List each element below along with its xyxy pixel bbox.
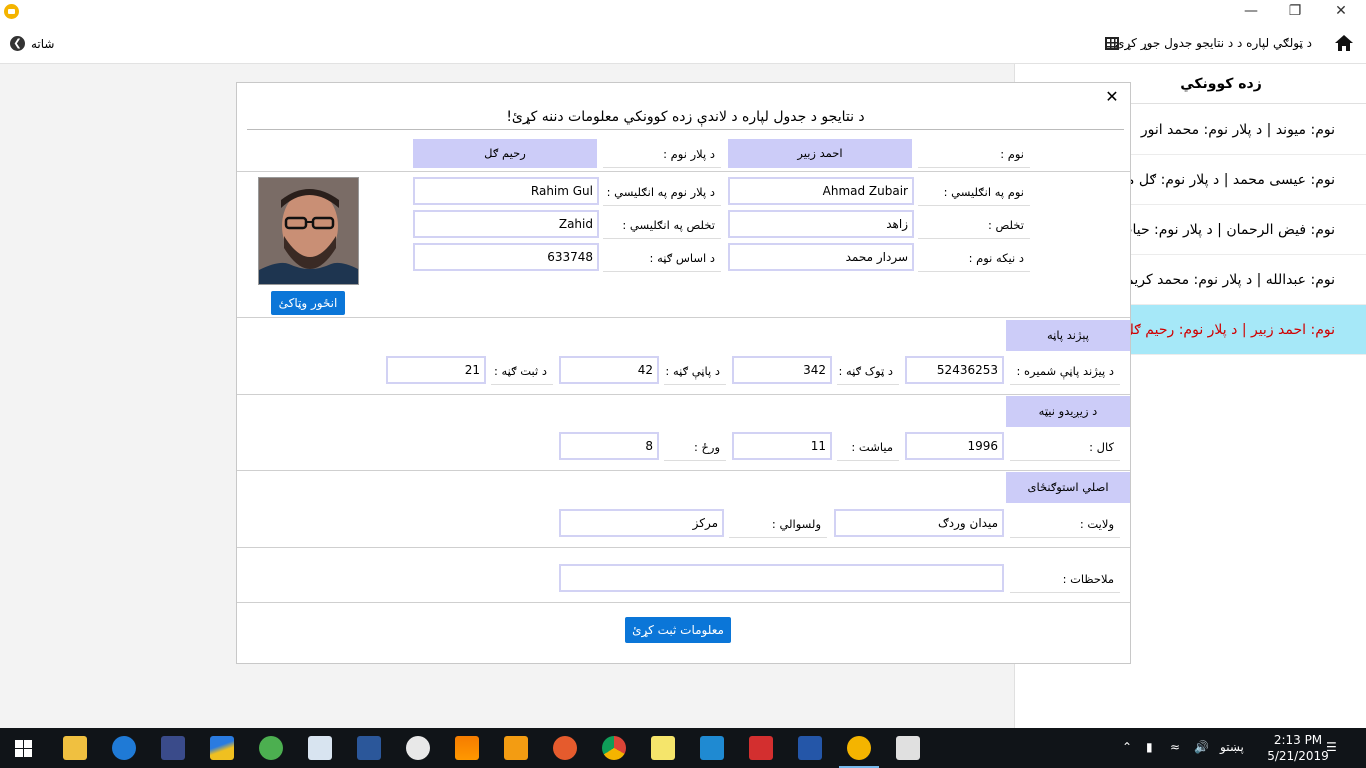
record-number-label: د ثبت ګڼه : <box>491 357 553 385</box>
year-label: کال : <box>1010 433 1120 461</box>
notes-label: ملاحظات : <box>1010 565 1120 593</box>
submit-button[interactable]: معلومات ثبت کړئ <box>625 617 731 643</box>
divider <box>237 171 1130 172</box>
pen-name-en-field[interactable]: Zahid <box>413 210 599 238</box>
name-chip: احمد زبیر <box>728 139 912 168</box>
month-label: میاشت : <box>837 433 899 461</box>
page-number-label: د پاڼې ګڼه : <box>664 357 726 385</box>
district-label: ولسوالي : <box>729 510 827 538</box>
window-titlebar: — ❐ ✕ <box>0 0 1366 24</box>
notepad-app-icon[interactable] <box>308 736 332 760</box>
sticky-notes-icon[interactable] <box>651 736 675 760</box>
divider <box>237 602 1130 603</box>
table-grid-icon <box>1105 37 1119 50</box>
word-icon[interactable] <box>357 736 381 760</box>
file-explorer-icon[interactable] <box>63 736 87 760</box>
father-name-label: د پلار نوم : <box>603 140 721 168</box>
id-number-label: د پیژند پاڼې شمیره : <box>1010 357 1120 385</box>
day-label: ورځ : <box>664 433 726 461</box>
volume-field[interactable]: 342 <box>732 356 832 384</box>
notes-field[interactable] <box>559 564 1004 592</box>
divider <box>237 470 1130 471</box>
father-name-en-field[interactable]: Rahim Gul <box>413 177 599 205</box>
app-logo-icon <box>4 4 19 19</box>
page-number-field[interactable]: 42 <box>559 356 659 384</box>
divider <box>237 394 1130 395</box>
maximize-button[interactable]: ❐ <box>1272 0 1318 24</box>
close-window-button[interactable]: ✕ <box>1318 0 1364 24</box>
id-number-field[interactable]: 52436253 <box>905 356 1004 384</box>
province-label: ولایت : <box>1010 510 1120 538</box>
clock-time: 2:13 PM <box>1273 733 1323 747</box>
name-en-field[interactable]: Ahmad Zubair <box>728 177 914 205</box>
choose-photo-button[interactable]: انځور وټاکئ <box>271 291 345 315</box>
volume-icon[interactable]: 🔊 <box>1194 740 1209 754</box>
back-label: شاته <box>31 36 55 51</box>
ship-app-icon[interactable] <box>161 736 185 760</box>
chrome-icon[interactable] <box>602 736 626 760</box>
student-photo <box>258 177 359 285</box>
residence-section-header: اصلي استوګنځای <box>1006 472 1130 503</box>
network-icon[interactable]: ≈ <box>1170 740 1180 754</box>
firefox-icon[interactable] <box>553 736 577 760</box>
powershell-icon[interactable] <box>798 736 822 760</box>
year-field[interactable]: 1996 <box>905 432 1004 460</box>
student-info-dialog: ✕ د نتایجو د جدول لپاره د لاندې زده کوون… <box>236 82 1131 664</box>
name-label: نوم : <box>918 140 1030 168</box>
name-en-label: نوم په انګلیسي : <box>918 178 1030 206</box>
volume-label: د ټوک ګڼه : <box>837 357 899 385</box>
base-number-label: د اساس ګڼه : <box>603 244 721 272</box>
pen-name-label: تخلص : <box>918 211 1030 239</box>
stripes-app-icon[interactable] <box>210 736 234 760</box>
pen-name-field[interactable]: زاهد <box>728 210 914 238</box>
district-field[interactable]: مرکز <box>559 509 724 537</box>
birth-section-header: د زیږیدو نیټه <box>1006 396 1130 427</box>
base-number-field[interactable]: 633748 <box>413 243 599 271</box>
page-title: د ټولګي لپاره د د نتایجو جدول جوړ کړئ <box>1115 36 1312 50</box>
edge-icon[interactable] <box>112 736 136 760</box>
minimize-button[interactable]: — <box>1228 0 1274 24</box>
day-field[interactable]: 8 <box>559 432 659 460</box>
paint-app-icon[interactable] <box>406 736 430 760</box>
notifications-icon[interactable]: ☰ <box>1326 740 1337 754</box>
father-name-en-label: د پلار نوم په انګلیسي : <box>603 178 721 206</box>
battery-icon[interactable]: ▮ <box>1146 740 1153 754</box>
id-section-header: پېژند پاڼه <box>1006 320 1130 351</box>
green-swirl-app-icon[interactable] <box>259 736 283 760</box>
father-name-chip: رحیم ګل <box>413 139 597 168</box>
pdf-reader-icon[interactable] <box>749 736 773 760</box>
home-icon[interactable] <box>1335 35 1353 51</box>
chevron-up-icon[interactable]: ⌃ <box>1122 740 1132 754</box>
vlc-icon[interactable] <box>455 736 479 760</box>
record-number-field[interactable]: 21 <box>386 356 486 384</box>
month-field[interactable]: 11 <box>732 432 832 460</box>
windows-start-icon[interactable] <box>15 740 32 757</box>
grandfather-name-label: د نیکه نوم : <box>918 244 1030 272</box>
taskbar: ⌃ ▮ ≈ 🔊 پښتو 2:13 PM 5/21/2019 ☰ <box>0 728 1366 768</box>
header-bar: ❮ شاته د ټولګي لپاره د د نتایجو جدول جوړ… <box>0 24 1366 64</box>
back-button[interactable]: ❮ شاته <box>10 36 54 51</box>
vscode-icon[interactable] <box>700 736 724 760</box>
language-indicator[interactable]: پښتو <box>1220 740 1244 754</box>
clock-date: 5/21/2019 <box>1267 749 1329 763</box>
dialog-title: د نتایجو د جدول لپاره د لاندې زده کوونکي… <box>247 109 1124 130</box>
arrow-left-circle-icon: ❮ <box>10 36 25 51</box>
province-field[interactable]: میدان وردګ <box>834 509 1004 537</box>
grandfather-name-field[interactable]: سردار محمد <box>728 243 914 271</box>
sublime-text-icon[interactable] <box>504 736 528 760</box>
pen-name-en-label: تخلص په انګلیسي : <box>603 211 721 239</box>
close-dialog-button[interactable]: ✕ <box>1102 87 1122 106</box>
system-clock[interactable]: 2:13 PM 5/21/2019 <box>1262 732 1334 764</box>
java-app-icon[interactable] <box>896 736 920 760</box>
divider <box>237 547 1130 548</box>
divider <box>237 317 1130 318</box>
yellow-app-icon[interactable] <box>847 736 871 760</box>
